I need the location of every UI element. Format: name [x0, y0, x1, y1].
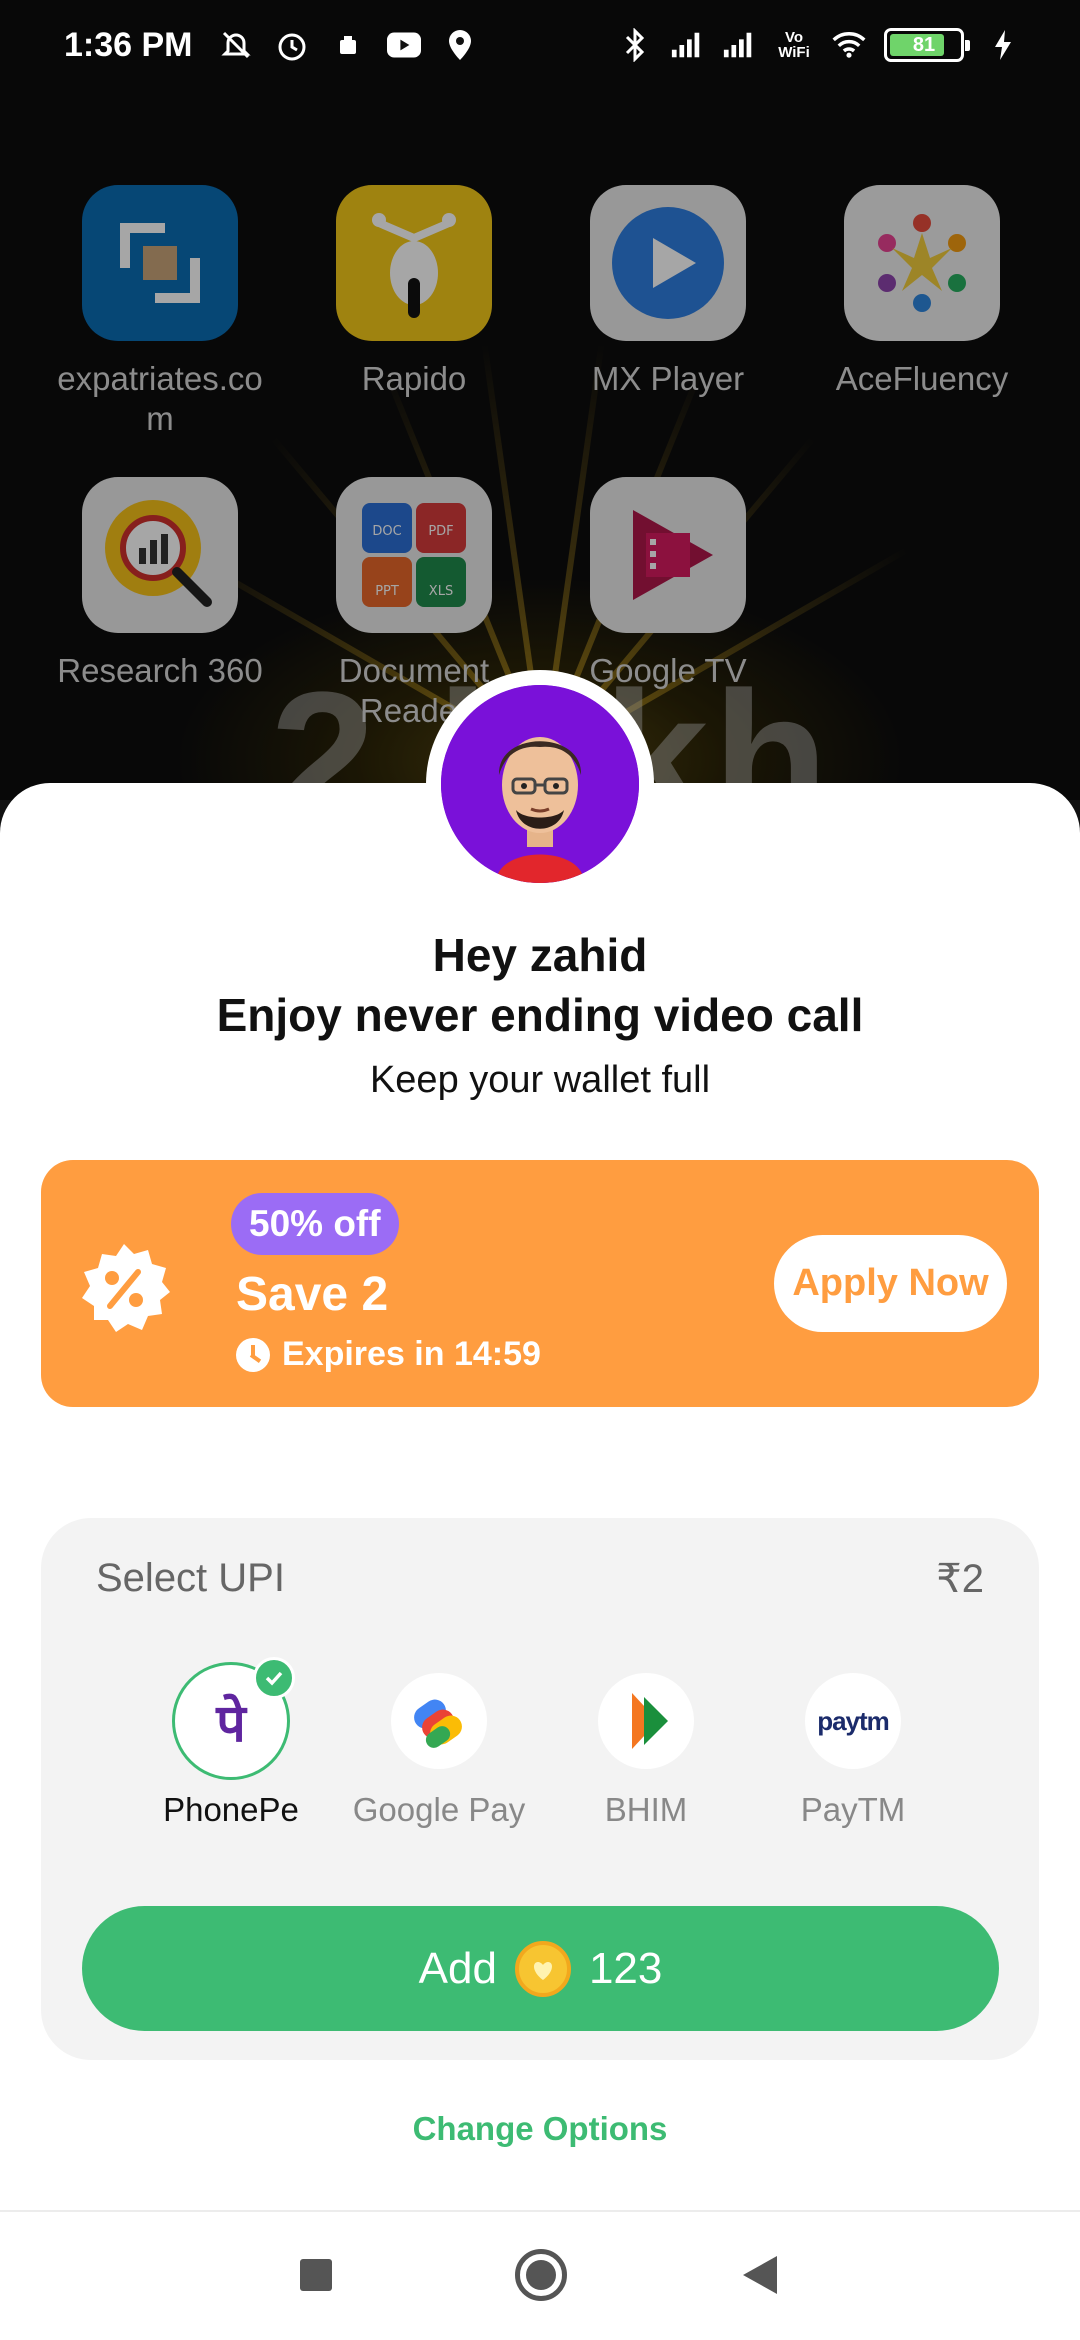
upi-title: Select UPI [96, 1556, 285, 1600]
offer-title: Save 2 [236, 1268, 389, 1321]
phonepe-logo-icon: पे [172, 1657, 295, 1780]
avatar-image [441, 685, 639, 883]
signal-icon [670, 28, 704, 62]
mute-bell-icon [219, 28, 253, 62]
navigation-bar [0, 2210, 1080, 2340]
offer-expiry: Expires in 14:59 [236, 1335, 541, 1374]
clock-icon [236, 1337, 270, 1372]
greeting-title: Hey zahid [432, 929, 648, 981]
discount-badge-icon [76, 1240, 172, 1336]
upi-option-label: PhonePe [163, 1791, 299, 1828]
greeting-headline: Enjoy never ending video call [216, 989, 864, 1041]
upi-option-label: BHIM [604, 1791, 688, 1828]
upi-amount: ₹2 [936, 1557, 984, 1601]
change-options-link[interactable]: Change Options [0, 2110, 1080, 2148]
upi-option-label: Google Pay [352, 1791, 526, 1828]
wifi-icon [832, 28, 866, 62]
greeting-block: Hey zahid Enjoy never ending video call … [0, 925, 1080, 1102]
alarm-icon [275, 28, 309, 62]
coin-icon [514, 1940, 571, 1997]
home-icon[interactable] [515, 2249, 567, 2301]
location-icon [443, 28, 477, 62]
apply-now-button[interactable]: Apply Now [774, 1235, 1007, 1332]
offer-expiry-text: Expires in 14:59 [282, 1335, 541, 1373]
recent-apps-icon[interactable] [300, 2259, 332, 2291]
upi-option-paytm[interactable]: paytm PayTM [753, 1673, 953, 1829]
upi-option-bhim[interactable]: BHIM [546, 1673, 746, 1829]
discount-pill: 50% off [231, 1193, 399, 1255]
offer-banner: 50% off Save 2 Expires in 14:59 Apply No… [41, 1160, 1039, 1407]
upi-option-label: PayTM [800, 1791, 906, 1828]
status-bar: 1:36 PM Vo WiFi 81 [0, 0, 1080, 90]
back-icon[interactable] [743, 2256, 777, 2294]
bhim-logo-icon [598, 1673, 694, 1769]
notification-icon [331, 28, 365, 62]
charging-icon [986, 28, 1020, 62]
youtube-icon [386, 28, 421, 62]
selected-check-icon [253, 1657, 295, 1699]
add-button-label: Add [418, 1943, 497, 1993]
status-time: 1:36 PM [64, 25, 193, 64]
add-button-coins: 123 [588, 1943, 663, 1993]
upi-selector-card: Select UPI ₹2 पे PhonePe Google Pay BHIM… [41, 1518, 1039, 2060]
bluetooth-icon [618, 28, 652, 62]
signal-icon [722, 28, 756, 62]
battery-percent: 81 [912, 33, 936, 56]
paytm-logo-icon: paytm [805, 1673, 901, 1769]
vowifi-icon: Vo WiFi [778, 29, 810, 61]
greeting-subtitle: Keep your wallet full [369, 1059, 711, 1101]
google-pay-logo-icon [391, 1673, 487, 1769]
upi-option-google-pay[interactable]: Google Pay [339, 1673, 539, 1829]
add-coins-button[interactable]: Add 123 [82, 1906, 999, 2031]
upi-option-phonepe[interactable]: पे PhonePe [131, 1657, 331, 1829]
avatar [426, 670, 654, 898]
battery-icon: 81 [884, 28, 970, 62]
